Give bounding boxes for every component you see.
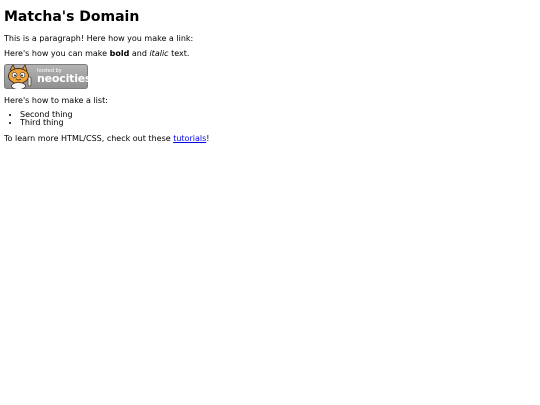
list-intro-paragraph: Here's how to make a list: [4,96,108,105]
tutorials-link[interactable]: tutorials [173,134,206,143]
hosted-by-neocities-badge[interactable]: hosted by neocities [4,64,88,89]
learn-more-paragraph: To learn more HTML/CSS, check out these … [4,134,209,144]
learn-more-prefix: To learn more HTML/CSS, check out these [4,134,174,143]
formatting-prefix: Here's how you can make [4,49,110,58]
page-title: Matcha's Domain [4,9,140,25]
link-intro-paragraph: This is a paragraph! Here how you make a… [4,34,194,43]
formatting-middle: and [129,49,150,58]
formatting-suffix: text. [168,49,190,58]
italic-text: italic [149,49,169,58]
learn-more-suffix: ! [206,134,210,143]
formatting-paragraph: Here's how you can make bold and italic … [4,49,189,59]
badge-neocities-text: neocities [37,72,88,85]
neocities-cat-icon [8,64,32,89]
bold-text: bold [109,49,130,58]
list-item: Third thing [20,119,73,127]
example-list: Second thing Third thing [4,111,73,127]
